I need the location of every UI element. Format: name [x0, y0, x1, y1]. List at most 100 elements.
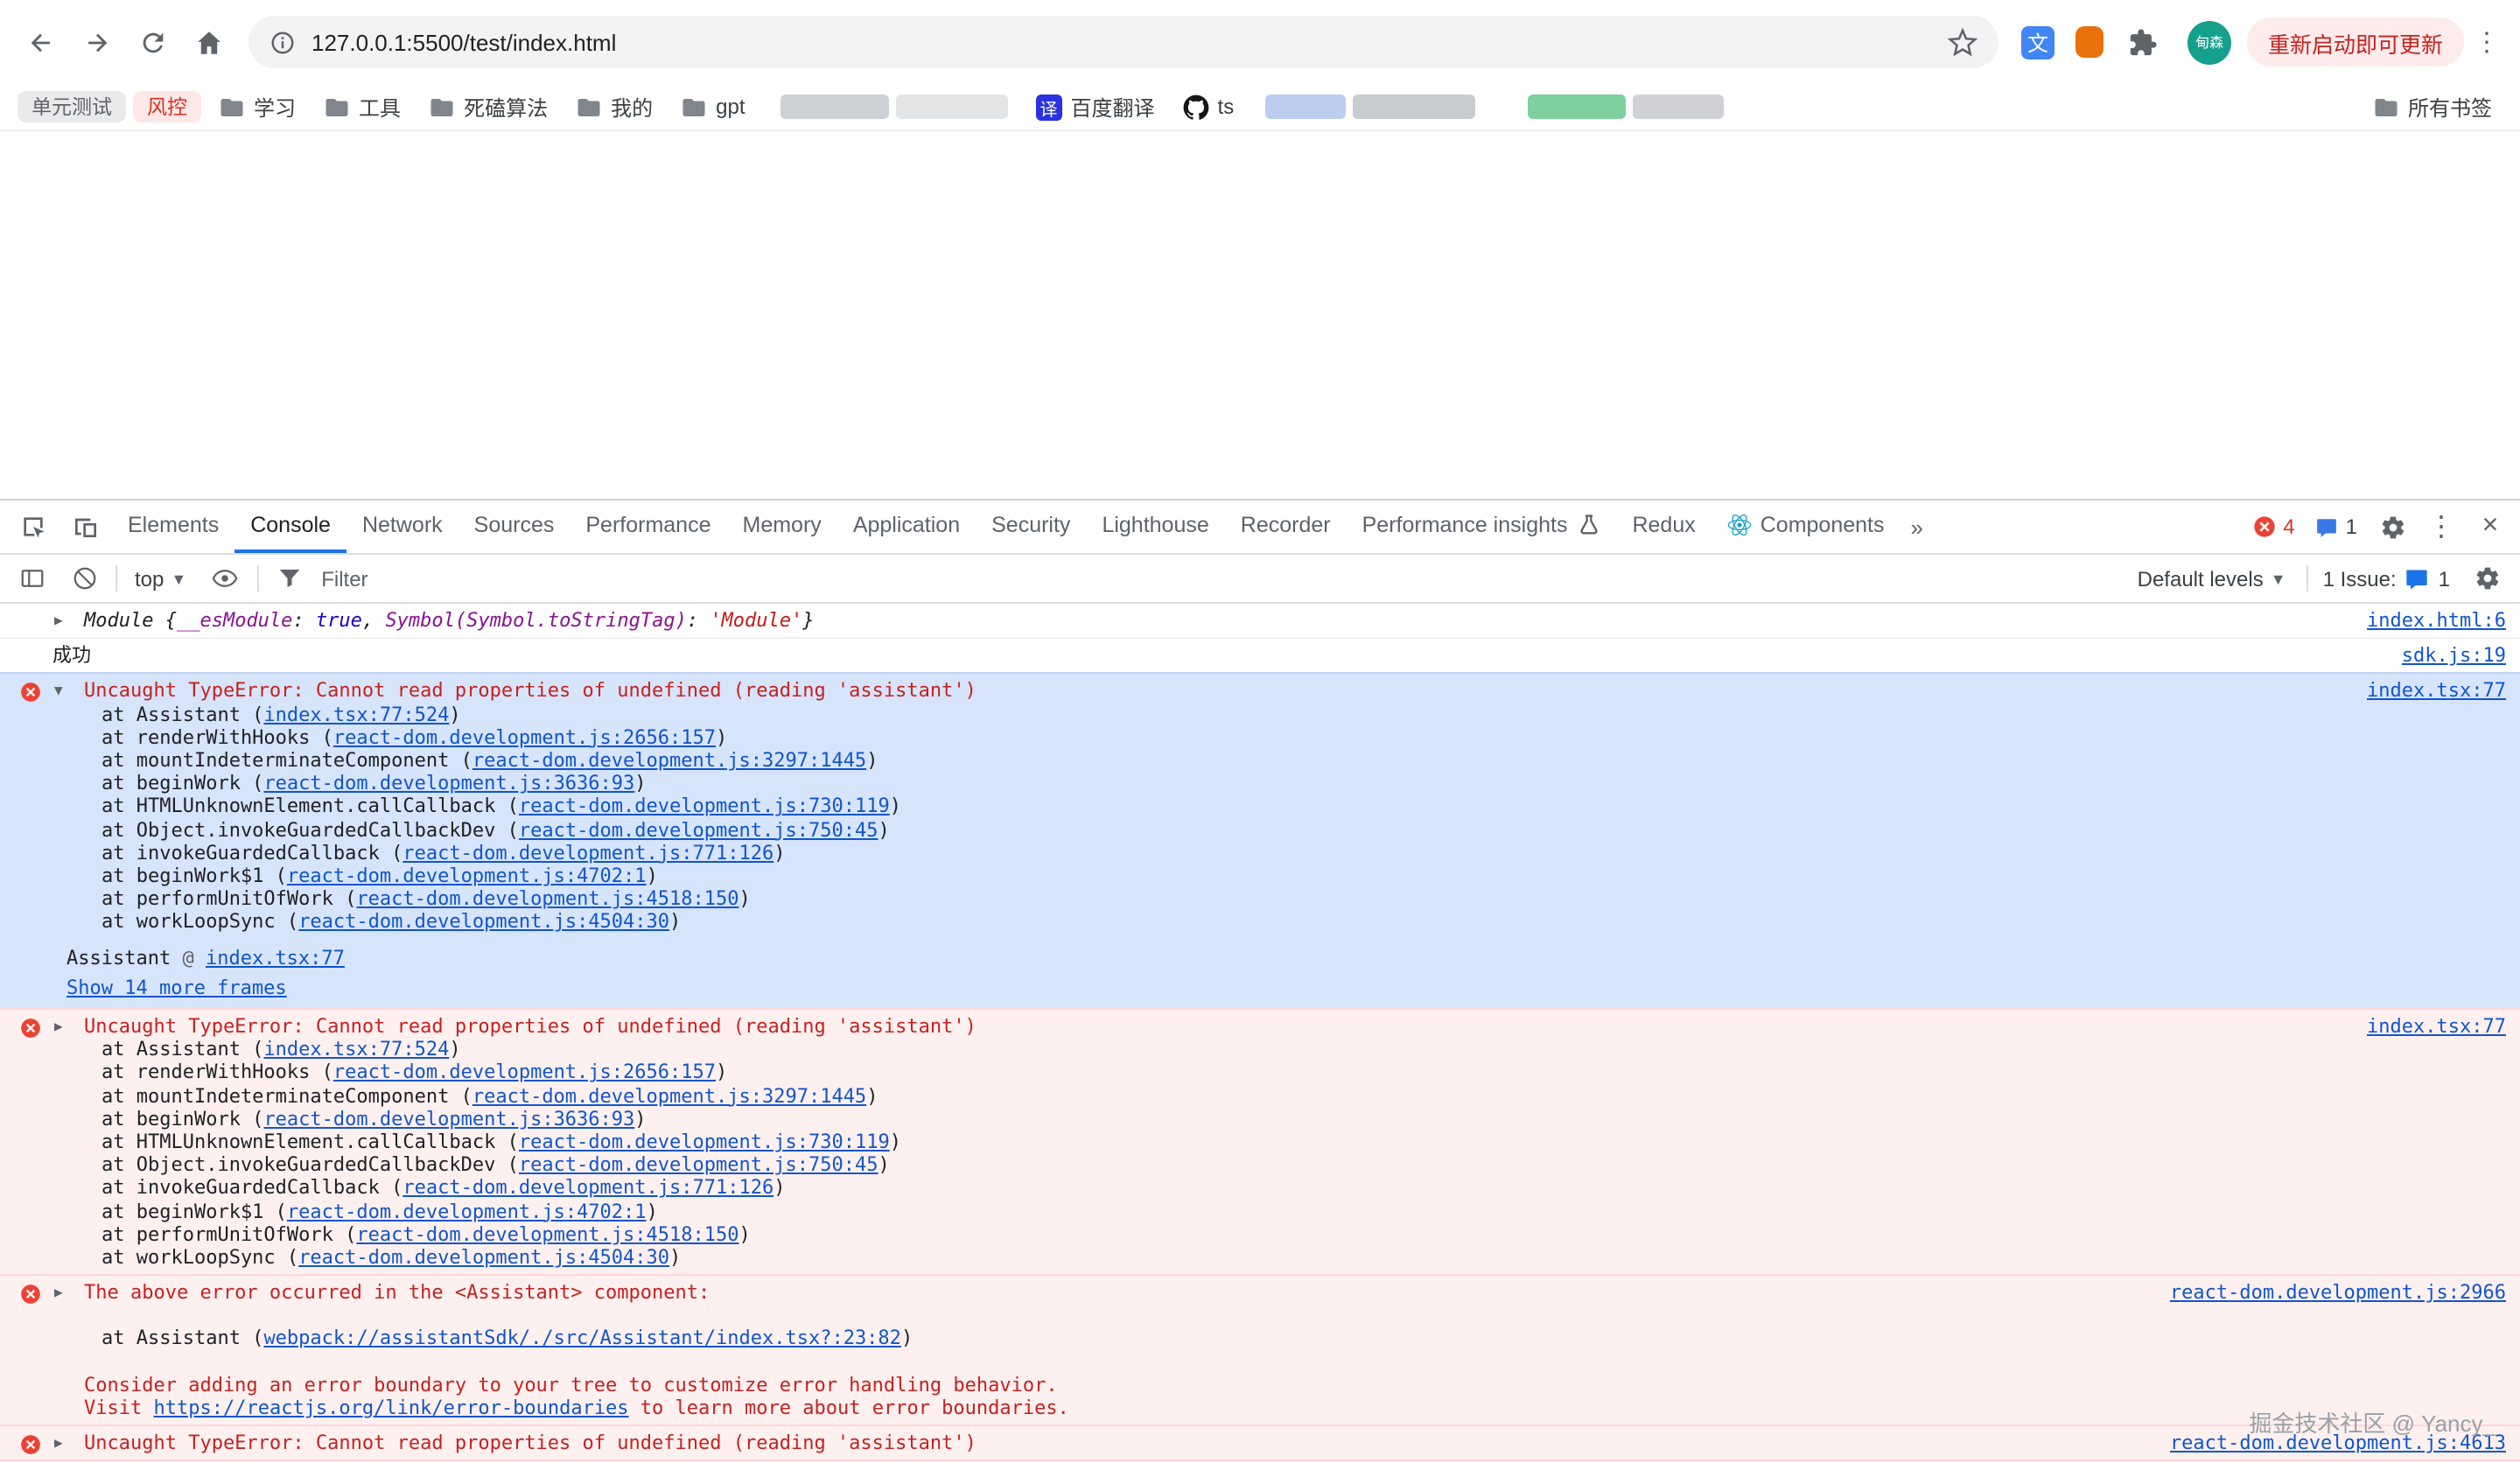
- translate-extension-icon[interactable]: 文: [2021, 25, 2054, 59]
- tab-network[interactable]: Network: [346, 500, 458, 553]
- source-link[interactable]: react-dom.development.js:4702:1: [287, 1200, 647, 1222]
- source-link[interactable]: index.tsx:77:524: [263, 1039, 449, 1061]
- tab-elements[interactable]: Elements: [112, 500, 234, 553]
- collapse-triangle-icon[interactable]: ▼: [54, 680, 75, 703]
- console-message-error-1[interactable]: ▼ Uncaught TypeError: Cannot read proper…: [0, 673, 2520, 1010]
- source-link[interactable]: react-dom.development.js:730:119: [519, 1130, 890, 1153]
- orange-extension-icon[interactable]: [2067, 19, 2112, 65]
- bookmark-folder[interactable]: 死磕算法: [418, 87, 558, 127]
- eye-create-live-expression-icon[interactable]: [204, 557, 246, 599]
- source-link[interactable]: react-dom.development.js:4702:1: [287, 864, 647, 887]
- source-link[interactable]: react-dom.development.js:2656:157: [333, 726, 716, 749]
- tab-performance-insights[interactable]: Performance insights: [1347, 500, 1617, 553]
- url-text[interactable]: 127.0.0.1:5500/test/index.html: [312, 29, 1932, 55]
- source-link[interactable]: react-dom.development.js:3297:1445: [472, 1084, 866, 1107]
- redacted-bookmark[interactable]: [1265, 94, 1346, 119]
- error-boundaries-link[interactable]: https://reactjs.org/link/error-boundarie…: [154, 1396, 629, 1419]
- more-tabs-chevron-icon[interactable]: »: [1900, 500, 1934, 553]
- tab-lighthouse[interactable]: Lighthouse: [1086, 500, 1224, 553]
- tab-application[interactable]: Application: [837, 500, 976, 553]
- clear-console-icon[interactable]: [63, 557, 105, 599]
- console-message-error-4[interactable]: ▶ Uncaught TypeError: Cannot read proper…: [0, 1424, 2520, 1461]
- extensions-puzzle-icon[interactable]: [2121, 19, 2166, 65]
- expand-triangle-icon[interactable]: ▶: [54, 1282, 75, 1305]
- reload-button[interactable]: [126, 16, 178, 68]
- tab-performance[interactable]: Performance: [570, 500, 726, 553]
- device-toolbar-icon[interactable]: [60, 500, 112, 553]
- source-link[interactable]: react-dom.development.js:2656:157: [333, 1061, 716, 1084]
- devtools-close-icon[interactable]: ×: [2468, 500, 2513, 554]
- expand-triangle-icon[interactable]: ▶: [54, 1432, 75, 1454]
- console-message-module[interactable]: ▶ Module {__esModule: true, Symbol(Symbo…: [0, 604, 2520, 639]
- source-link[interactable]: index.tsx:77: [2367, 680, 2506, 703]
- source-link[interactable]: react-dom.development.js:4613: [2170, 1432, 2506, 1454]
- redacted-bookmark[interactable]: [1633, 94, 1724, 119]
- console-sidebar-toggle-icon[interactable]: [10, 557, 52, 599]
- source-link[interactable]: react-dom.development.js:2966: [2170, 1282, 2506, 1305]
- source-link[interactable]: react-dom.development.js:771:126: [402, 1177, 774, 1200]
- browser-menu-kebab-icon[interactable]: ⋮: [2468, 18, 2506, 66]
- javascript-context-dropdown[interactable]: top▼: [128, 566, 193, 591]
- bookmark-folder[interactable]: 工具: [313, 87, 411, 127]
- profile-avatar[interactable]: 甸森: [2188, 20, 2231, 64]
- message-count-badge[interactable]: 1: [2307, 514, 2366, 539]
- bookmark-folder[interactable]: 学习: [208, 87, 306, 127]
- error-count-badge[interactable]: 4: [2243, 514, 2303, 539]
- redacted-bookmark[interactable]: [1353, 94, 1475, 119]
- tab-group-chip[interactable]: 风控: [133, 91, 201, 122]
- inspect-element-icon[interactable]: [7, 500, 60, 553]
- console-message-error-3[interactable]: ▶ The above error occurred in the <Assis…: [0, 1275, 2520, 1427]
- source-link[interactable]: react-dom.development.js:4504:30: [298, 911, 669, 934]
- source-link[interactable]: index.html:6: [2367, 609, 2506, 632]
- source-link[interactable]: react-dom.development.js:771:126: [402, 842, 774, 864]
- tab-redux[interactable]: Redux: [1616, 500, 1711, 553]
- source-link[interactable]: react-dom.development.js:4504:30: [298, 1246, 669, 1269]
- source-link[interactable]: index.tsx:77:524: [263, 703, 449, 725]
- source-link[interactable]: react-dom.development.js:750:45: [519, 818, 878, 841]
- source-link[interactable]: react-dom.development.js:3297:1445: [472, 749, 866, 772]
- tab-components[interactable]: Components: [1712, 500, 1900, 553]
- log-levels-dropdown[interactable]: Default levels▼: [2131, 566, 2293, 591]
- bookmark-folder[interactable]: 我的: [565, 87, 663, 127]
- bookmark-github-ts[interactable]: ts: [1172, 88, 1245, 125]
- redacted-bookmark[interactable]: [1528, 94, 1626, 119]
- expand-triangle-icon[interactable]: ▶: [54, 609, 75, 632]
- address-bar[interactable]: 127.0.0.1:5500/test/index.html: [248, 16, 1998, 68]
- filter-input[interactable]: [321, 566, 2119, 591]
- source-link[interactable]: sdk.js:19: [2402, 644, 2506, 667]
- console-settings-gear-icon[interactable]: [2464, 557, 2510, 599]
- devtools-menu-kebab-icon[interactable]: ⋮: [2418, 500, 2464, 554]
- site-info-icon[interactable]: [270, 29, 296, 55]
- tab-recorder[interactable]: Recorder: [1225, 500, 1347, 553]
- update-browser-button[interactable]: 重新启动即可更新: [2247, 18, 2464, 66]
- redacted-bookmark[interactable]: [780, 94, 889, 119]
- redacted-bookmark[interactable]: [896, 94, 1008, 119]
- source-link[interactable]: react-dom.development.js:750:45: [519, 1154, 878, 1177]
- all-bookmarks-folder[interactable]: 所有书签: [2362, 87, 2502, 127]
- tab-security[interactable]: Security: [976, 500, 1086, 553]
- bookmark-baidu-translate[interactable]: 译 百度翻译: [1026, 87, 1166, 127]
- source-link[interactable]: react-dom.development.js:730:119: [519, 795, 890, 818]
- source-link[interactable]: react-dom.development.js:3636:93: [263, 1108, 634, 1130]
- expand-triangle-icon[interactable]: ▶: [54, 1015, 75, 1038]
- source-link[interactable]: index.tsx:77: [206, 946, 345, 969]
- tab-memory[interactable]: Memory: [727, 500, 837, 553]
- tab-sources[interactable]: Sources: [458, 500, 570, 553]
- console-message-error-2[interactable]: ▶ Uncaught TypeError: Cannot read proper…: [0, 1008, 2520, 1276]
- source-link[interactable]: webpack://assistantSdk/./src/Assistant/i…: [263, 1327, 901, 1350]
- bookmark-folder[interactable]: gpt: [670, 88, 755, 125]
- source-link[interactable]: react-dom.development.js:4518:150: [356, 1223, 738, 1246]
- source-link[interactable]: react-dom.development.js:4518:150: [356, 887, 738, 910]
- show-more-frames-link[interactable]: Show 14 more frames: [66, 976, 287, 999]
- back-button[interactable]: [14, 16, 66, 68]
- source-link[interactable]: react-dom.development.js:3636:93: [263, 772, 634, 794]
- home-button[interactable]: [182, 16, 234, 68]
- tab-group-chip[interactable]: 单元测试: [18, 91, 126, 122]
- source-link[interactable]: index.tsx:77: [2367, 1015, 2506, 1038]
- forward-button[interactable]: [70, 16, 122, 68]
- tab-console[interactable]: Console: [234, 500, 346, 553]
- bookmark-star-icon[interactable]: [1948, 27, 1978, 57]
- devtools-settings-gear-icon[interactable]: [2370, 500, 2415, 554]
- console-message-log[interactable]: 成功 sdk.js:19: [0, 639, 2520, 674]
- issues-counter[interactable]: 1 Issue: 1: [2323, 566, 2450, 591]
